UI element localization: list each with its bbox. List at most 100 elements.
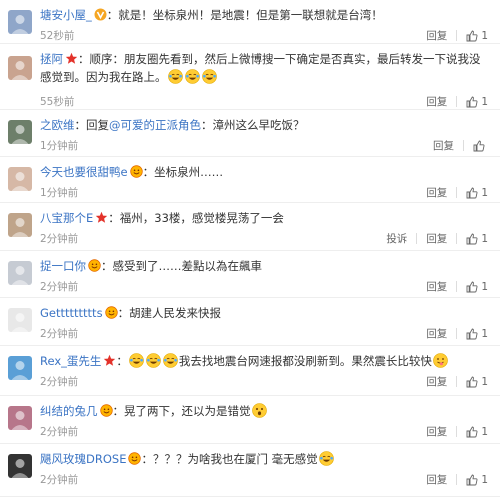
reply-button[interactable]: 回复 (426, 231, 447, 246)
username-link[interactable]: Gettttttttts (40, 306, 103, 320)
username-link[interactable]: 拯阿 (40, 52, 63, 66)
smile-badge-icon (129, 165, 143, 178)
comment-item: 捉一口你 ：感受到了……差點以為在飆車 2分钟前 回复 1 (0, 251, 500, 298)
username-link[interactable]: Rex_蛋先生 (40, 354, 101, 368)
divider (456, 96, 458, 107)
colon-separator: ： (117, 306, 130, 320)
like-count: 1 (481, 327, 488, 340)
avatar[interactable] (8, 120, 32, 144)
colon-separator: ： (101, 259, 113, 273)
tongue-emoji-icon (433, 353, 448, 368)
comment-timestamp: 2分钟前 (40, 233, 79, 245)
comment-body: 感受到了……差點以為在飆車 (112, 259, 263, 273)
comment-item: 纠结的兔几 ：晃了两下，还以为是错觉 2分钟前 回复 1 (0, 396, 500, 444)
comment-list: 塘安小屋_ ：就是！坐标泉州！是地震！但是第一联想就是台湾！ 52秒前 回复 1 拯阿 ：顺… (0, 0, 500, 497)
like-count: 1 (481, 425, 488, 438)
mention-link[interactable]: @可爱的正派角色 (109, 118, 201, 132)
reply-button[interactable]: 回复 (433, 138, 454, 153)
reply-button[interactable]: 回复 (426, 374, 447, 389)
comment-text: 飓风玫瑰DROSE ：？？？为啥我也在厦门 毫无感觉 (40, 450, 490, 468)
comment-text: 今天也要很甜鸭e ：坐标泉州…… (40, 163, 490, 181)
comment-body: 我去找地震台网速报都没刷新到。果然震长比较快 (178, 354, 432, 368)
reply-button[interactable]: 回复 (426, 472, 447, 487)
username-link[interactable]: 塘安小屋_ (40, 8, 92, 22)
reply-button[interactable]: 回复 (426, 279, 447, 294)
comment-actions: 回复 1 (426, 279, 488, 294)
comment-body: 就是！坐标泉州！是地震！但是第一联想就是台湾！ (118, 8, 383, 22)
avatar[interactable] (8, 356, 32, 380)
like-button[interactable]: 1 (466, 96, 488, 108)
thumbs-up-icon (466, 328, 478, 340)
like-button[interactable]: 1 (466, 30, 488, 42)
username-link[interactable]: 今天也要很甜鸭e (40, 165, 128, 179)
username-link[interactable]: 纠结的兔几 (40, 404, 98, 418)
laugh-cry-emoji-icon (318, 451, 334, 466)
divider (456, 426, 458, 437)
username-link[interactable]: 八宝那个E (40, 211, 93, 225)
thumbs-up-icon (466, 426, 478, 438)
comment-timestamp: 2分钟前 (40, 426, 79, 438)
colon-separator: ： (112, 404, 125, 418)
comment-timestamp: 2分钟前 (40, 281, 79, 293)
smile-badge-icon (88, 259, 101, 272)
reply-button[interactable]: 回复 (426, 94, 447, 109)
laugh-cry-emoji-icon (163, 353, 178, 368)
like-button[interactable]: 1 (466, 328, 488, 340)
laugh-cry-emoji-icon (184, 69, 200, 84)
comment-timestamp: 2分钟前 (40, 474, 79, 486)
username-link[interactable]: 捉一口你 (40, 259, 86, 273)
like-count: 1 (481, 280, 488, 293)
divider (456, 30, 458, 41)
divider (456, 233, 458, 244)
comment-text: 纠结的兔几 ：晃了两下，还以为是错觉 (40, 402, 490, 420)
divider (456, 474, 458, 485)
thumbs-up-icon (466, 233, 478, 245)
like-button[interactable] (473, 140, 488, 152)
avatar[interactable] (8, 261, 32, 285)
avatar[interactable] (8, 167, 32, 191)
comment-body: 坐标泉州…… (154, 165, 224, 179)
like-button[interactable]: 1 (466, 474, 488, 486)
comment-text: Gettttttttts ：胡建人民发来快报 (40, 304, 490, 322)
star-badge-icon (65, 52, 78, 65)
reply-button[interactable]: 回复 (426, 28, 447, 43)
like-button[interactable]: 1 (466, 281, 488, 293)
avatar[interactable] (8, 10, 32, 34)
like-button[interactable]: 1 (466, 187, 488, 199)
colon-separator: ： (201, 118, 213, 132)
comment-item: 拯阿 ：顺序：朋友圈先看到，然后上微博搜一下确定是否真实，最后转发一下说我没感觉到… (0, 44, 500, 110)
comment-actions: 回复 (433, 138, 488, 153)
divider (463, 140, 464, 151)
reply-button[interactable]: 回复 (426, 185, 447, 200)
comment-text: 之欧维：回复@可爱的正派角色：漳州这么早吃饭？ (40, 116, 490, 134)
comment-body: ？？？为啥我也在厦门 毫无感觉 (152, 452, 318, 466)
comment-timestamp: 2分钟前 (40, 328, 79, 340)
avatar[interactable] (8, 454, 32, 478)
avatar[interactable] (8, 406, 32, 430)
username-link[interactable]: 飓风玫瑰DROSE (40, 452, 126, 466)
comment-item: 塘安小屋_ ：就是！坐标泉州！是地震！但是第一联想就是台湾！ 52秒前 回复 1 (0, 0, 500, 44)
comment-text: 拯阿 ：顺序：朋友圈先看到，然后上微博搜一下确定是否真实，最后转发一下说我没感觉到… (40, 50, 490, 86)
avatar[interactable] (8, 213, 32, 237)
v-badge-icon (94, 8, 107, 21)
like-count: 1 (481, 232, 488, 245)
report-button[interactable]: 投诉 (386, 231, 407, 246)
like-button[interactable]: 1 (466, 376, 488, 388)
reply-button[interactable]: 回复 (426, 326, 447, 341)
comment-actions: 回复 1 (426, 424, 488, 439)
divider (416, 233, 418, 244)
colon-separator: ： (141, 452, 153, 466)
comment-actions: 回复 1 (426, 28, 488, 43)
colon-separator: ： (108, 211, 120, 225)
comment-actions: 回复 1 (426, 472, 488, 487)
comment-timestamp: 55秒前 (40, 96, 75, 108)
avatar[interactable] (8, 308, 32, 332)
like-button[interactable]: 1 (466, 426, 488, 438)
reply-button[interactable]: 回复 (426, 424, 447, 439)
like-button[interactable]: 1 (466, 233, 488, 245)
star-badge-icon (103, 354, 116, 367)
divider (456, 187, 458, 198)
comment-item: Gettttttttts ：胡建人民发来快报 2分钟前 回复 1 (0, 298, 500, 346)
username-link[interactable]: 之欧维 (40, 118, 75, 132)
avatar[interactable] (8, 56, 32, 80)
